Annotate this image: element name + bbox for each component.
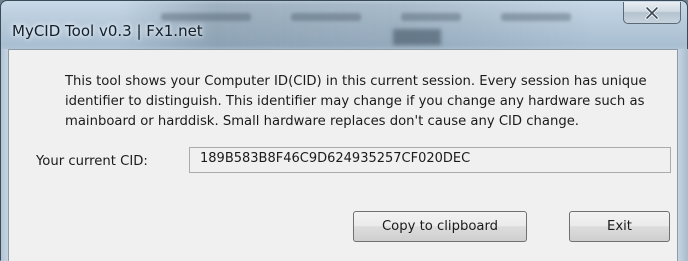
background-blur: [161, 13, 251, 21]
title-bar[interactable]: MyCID Tool v0.3 | Fx1.net: [1, 1, 687, 49]
copy-to-clipboard-button[interactable]: Copy to clipboard: [353, 211, 527, 242]
window-frame-right: [678, 49, 688, 261]
exit-button[interactable]: Exit: [569, 211, 670, 242]
background-blur: [401, 13, 461, 21]
description-text: This tool shows your Computer ID(CID) in…: [65, 74, 647, 129]
cid-label: Your current CID:: [36, 154, 148, 169]
dialog-window: MyCID Tool v0.3 | Fx1.net This tool show…: [0, 0, 688, 261]
window-title: MyCID Tool v0.3 | Fx1.net: [12, 22, 203, 40]
close-button[interactable]: [623, 2, 681, 24]
background-blur: [501, 13, 571, 21]
background-blur: [393, 29, 441, 45]
close-icon: [644, 5, 660, 20]
dialog-body: This tool shows your Computer ID(CID) in…: [8, 49, 678, 261]
cid-field[interactable]: 189B583B8F46C9D624935257CF020DEC: [189, 147, 671, 173]
window-frame-left: [1, 49, 8, 261]
background-blur: [291, 13, 361, 21]
